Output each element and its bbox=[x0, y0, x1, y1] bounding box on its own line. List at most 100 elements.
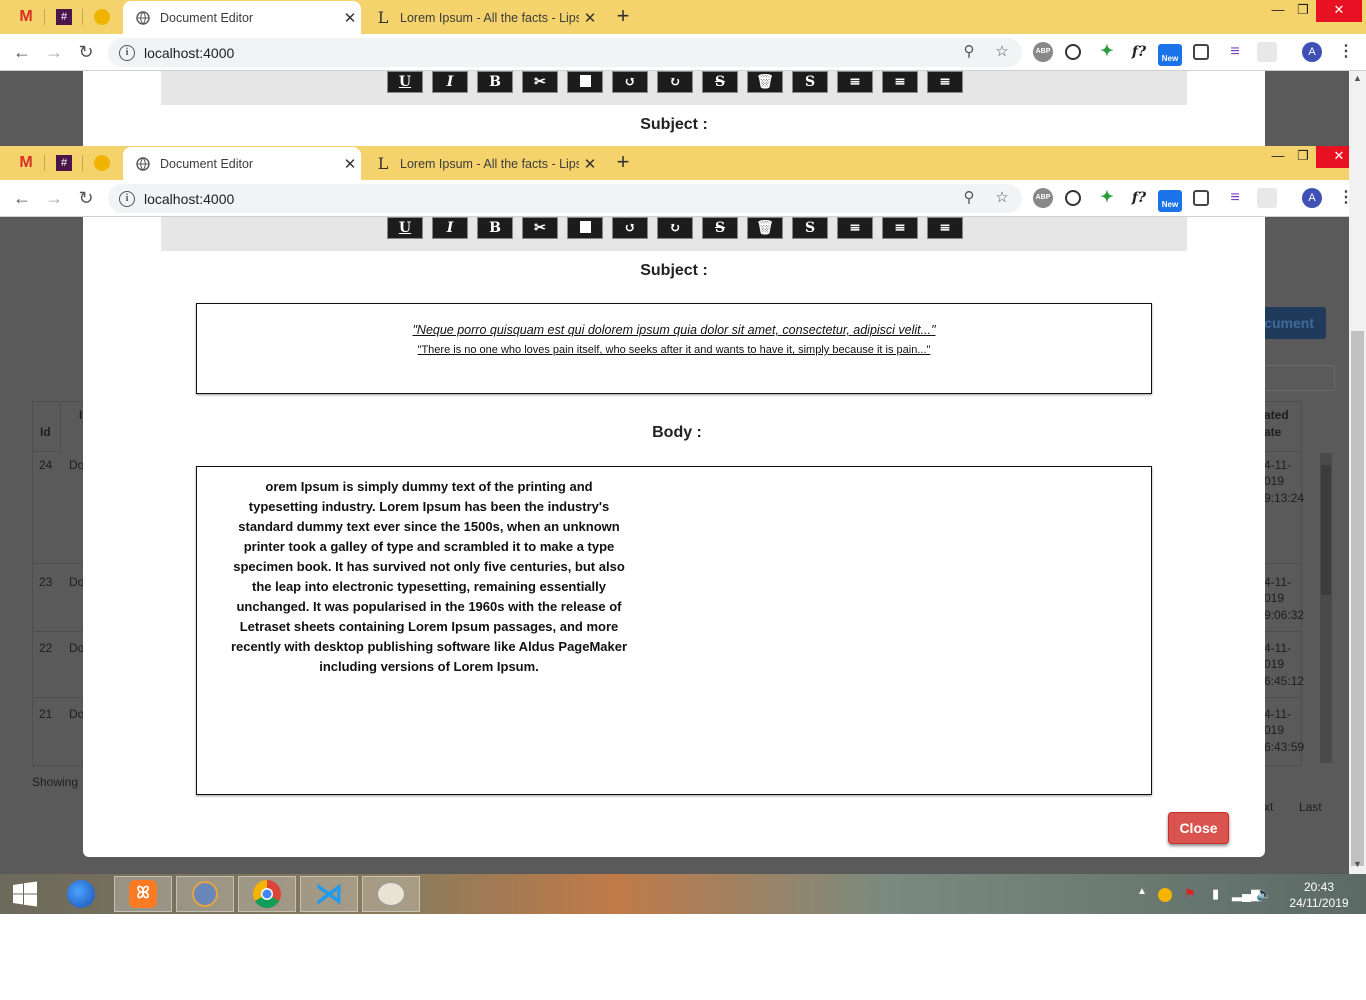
taskbar-xampp[interactable]: ꕤ bbox=[114, 876, 172, 912]
strikethrough-button[interactable]: S bbox=[702, 71, 738, 93]
taskbar-firefox[interactable] bbox=[52, 876, 110, 912]
battery-icon[interactable]: ▮ bbox=[1212, 886, 1219, 902]
image-button[interactable] bbox=[567, 217, 603, 239]
gmail-pinned-tab[interactable]: M bbox=[8, 5, 44, 29]
undo-button[interactable]: ↺ bbox=[612, 217, 648, 239]
profile-avatar[interactable]: A bbox=[1302, 188, 1322, 208]
taskbar-app[interactable] bbox=[176, 876, 234, 912]
taskbar-chrome[interactable] bbox=[238, 876, 296, 912]
redo-button[interactable]: ↻ bbox=[657, 71, 693, 93]
strikethrough-button[interactable]: S bbox=[702, 217, 738, 239]
address-bar[interactable]: i localhost:4000 ⚲ ☆ bbox=[108, 38, 1022, 67]
info-icon[interactable]: i bbox=[119, 44, 135, 61]
slack-pinned-tab[interactable]: # bbox=[46, 5, 82, 29]
forward-icon[interactable]: → bbox=[42, 186, 66, 210]
underline-button[interactable]: U bbox=[387, 71, 423, 93]
tab-close-icon[interactable]: ✕ bbox=[339, 155, 361, 173]
new-extension-icon[interactable]: New bbox=[1158, 44, 1182, 66]
image-button[interactable] bbox=[567, 71, 603, 93]
tab-lorem-ipsum[interactable]: L Lorem Ipsum - All the facts - Lips ✕ bbox=[363, 147, 601, 180]
bookmark-star-icon[interactable]: ☆ bbox=[991, 187, 1013, 209]
extension-box-icon[interactable] bbox=[1193, 190, 1209, 206]
zoom-icon[interactable]: ⚲ bbox=[958, 187, 980, 209]
pager-last-button[interactable]: Last bbox=[1299, 799, 1322, 816]
subject-editor[interactable]: "Neque porro quisquam est qui dolorem ip… bbox=[196, 303, 1152, 394]
forward-icon[interactable]: → bbox=[42, 40, 66, 64]
extension-q-icon[interactable] bbox=[1065, 44, 1081, 60]
action-center-flag-icon[interactable]: ⚑ bbox=[1184, 886, 1196, 902]
extension-q-icon[interactable] bbox=[1065, 190, 1081, 206]
zoom-icon[interactable]: ⚲ bbox=[958, 41, 980, 63]
adblock-icon[interactable]: ABP bbox=[1033, 188, 1053, 208]
bold-button[interactable]: B bbox=[477, 217, 513, 239]
scissors-button[interactable]: ✂ bbox=[522, 71, 558, 93]
close-button[interactable]: Close bbox=[1168, 812, 1229, 844]
tab-close-icon[interactable]: ✕ bbox=[339, 9, 361, 27]
extension-grey-icon[interactable] bbox=[1257, 42, 1277, 62]
reload-icon[interactable]: ↻ bbox=[74, 40, 98, 64]
text-style-button[interactable]: S bbox=[792, 71, 828, 93]
extension-color-icon[interactable]: ✦ bbox=[1097, 188, 1117, 208]
pinned-tab-3[interactable] bbox=[84, 151, 120, 175]
pinned-tab-3[interactable] bbox=[84, 5, 120, 29]
window-close-button[interactable]: ✕ bbox=[1316, 0, 1362, 22]
extension-grey-icon[interactable] bbox=[1257, 188, 1277, 208]
tab-document-editor[interactable]: Document Editor ✕ bbox=[123, 1, 361, 34]
tab-lorem-ipsum[interactable]: L Lorem Ipsum - All the facts - Lips ✕ bbox=[363, 1, 601, 34]
tab-close-icon[interactable]: ✕ bbox=[579, 9, 601, 27]
extension-lines-icon[interactable]: ≡ bbox=[1225, 42, 1245, 62]
underline-button[interactable]: U bbox=[387, 217, 423, 239]
scroll-up-icon[interactable]: ▲ bbox=[1349, 73, 1366, 83]
undo-button[interactable]: ↺ bbox=[612, 71, 648, 93]
extension-box-icon[interactable] bbox=[1193, 44, 1209, 60]
scissors-button[interactable]: ✂ bbox=[522, 217, 558, 239]
adblock-icon[interactable]: ABP bbox=[1033, 42, 1053, 62]
taskbar-vscode[interactable]: ⋊ bbox=[300, 876, 358, 912]
bold-button[interactable]: B bbox=[477, 71, 513, 93]
trash-button[interactable]: 🗑 bbox=[747, 217, 783, 239]
taskbar-paint[interactable] bbox=[362, 876, 420, 912]
new-tab-button[interactable]: + bbox=[611, 5, 635, 29]
align-right-button[interactable]: ≡ bbox=[927, 217, 963, 239]
extension-lines-icon[interactable]: ≡ bbox=[1225, 188, 1245, 208]
scroll-down-icon[interactable]: ▼ bbox=[1349, 859, 1366, 869]
tray-expand-icon[interactable]: ▲ bbox=[1137, 886, 1147, 897]
italic-button[interactable]: I bbox=[432, 217, 468, 239]
date-column-header[interactable]: ated bbox=[1264, 407, 1289, 424]
bookmark-star-icon[interactable]: ☆ bbox=[991, 41, 1013, 63]
body-editor[interactable]: orem Ipsum is simply dummy text of the p… bbox=[196, 466, 1152, 795]
start-button[interactable] bbox=[0, 876, 50, 912]
new-tab-button[interactable]: + bbox=[611, 151, 635, 175]
text-style-button[interactable]: S bbox=[792, 217, 828, 239]
info-icon[interactable]: i bbox=[119, 190, 135, 207]
extension-color-icon[interactable]: ✦ bbox=[1097, 42, 1117, 62]
page-scrollbar[interactable]: ▲ ▼ bbox=[1349, 71, 1366, 874]
pager-next-button[interactable]: xt bbox=[1264, 799, 1273, 816]
system-clock[interactable]: 20:43 24/11/2019 bbox=[1278, 879, 1360, 911]
align-left-button[interactable]: ≡ bbox=[882, 71, 918, 93]
back-icon[interactable]: ← bbox=[10, 186, 34, 210]
slack-pinned-tab[interactable]: # bbox=[46, 151, 82, 175]
back-icon[interactable]: ← bbox=[10, 40, 34, 64]
tab-document-editor[interactable]: Document Editor ✕ bbox=[123, 147, 361, 180]
table-scrollbar[interactable] bbox=[1320, 453, 1332, 763]
name-column-header[interactable]: I bbox=[79, 407, 82, 424]
volume-icon[interactable]: 🔈 bbox=[1256, 886, 1272, 902]
gmail-pinned-tab[interactable]: M bbox=[8, 151, 44, 175]
align-right-button[interactable]: ≡ bbox=[927, 71, 963, 93]
align-center-button[interactable]: ≡ bbox=[837, 71, 873, 93]
id-column-header[interactable]: Id bbox=[40, 424, 51, 441]
align-left-button[interactable]: ≡ bbox=[882, 217, 918, 239]
tab-close-icon[interactable]: ✕ bbox=[579, 155, 601, 173]
menu-kebab-icon[interactable]: ⋮ bbox=[1338, 41, 1354, 63]
formula-icon[interactable]: f? bbox=[1129, 188, 1149, 208]
address-bar[interactable]: i localhost:4000 ⚲ ☆ bbox=[108, 184, 1022, 213]
formula-icon[interactable]: f? bbox=[1129, 42, 1149, 62]
profile-avatar[interactable]: A bbox=[1302, 42, 1322, 62]
new-extension-icon[interactable]: New bbox=[1158, 190, 1182, 212]
redo-button[interactable]: ↻ bbox=[657, 217, 693, 239]
trash-button[interactable]: 🗑 bbox=[747, 71, 783, 93]
align-center-button[interactable]: ≡ bbox=[837, 217, 873, 239]
menu-kebab-icon[interactable]: ⋮ bbox=[1338, 187, 1354, 209]
reload-icon[interactable]: ↻ bbox=[74, 186, 98, 210]
